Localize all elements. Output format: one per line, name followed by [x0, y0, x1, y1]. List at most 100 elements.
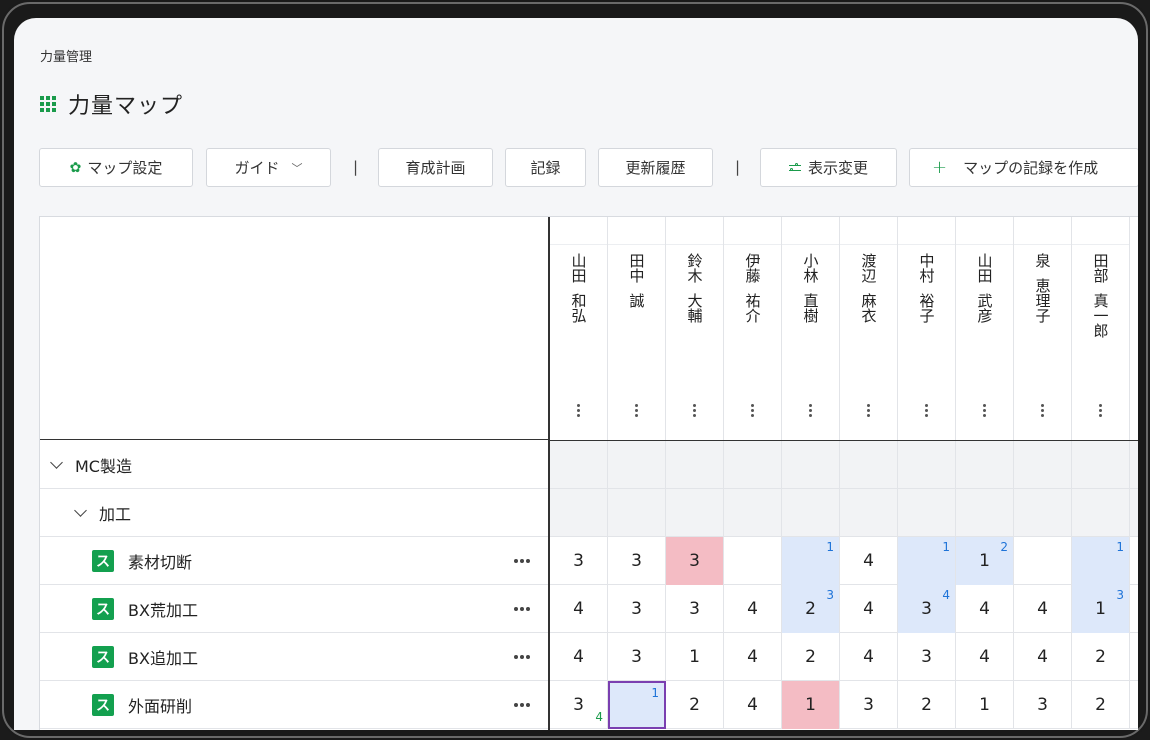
skill-level-cell[interactable]: 2 — [898, 681, 956, 729]
kebab-menu-icon[interactable] — [666, 404, 723, 419]
skill-type-badge: ス — [92, 693, 114, 716]
skill-name[interactable]: BX追加工 — [128, 645, 198, 669]
member-family-name: 田中 — [627, 253, 646, 283]
skill-level-cell[interactable]: 4 — [840, 537, 898, 585]
kebab-menu-icon[interactable] — [1014, 404, 1071, 419]
group-cell — [1072, 489, 1130, 537]
skill-level-value: 4 — [863, 647, 874, 667]
training-plan-button[interactable]: 育成計画 — [378, 148, 493, 187]
skill-level-cell[interactable]: 4 — [840, 585, 898, 633]
skill-level-cell[interactable]: 3 — [608, 585, 666, 633]
skill-row: ス BX荒加工 4 3 3 4 2 3 4 3 4 4 4 1 3 — [40, 585, 1138, 633]
skill-level-cell[interactable]: 3 — [608, 633, 666, 681]
member-family-name: 伊藤 — [743, 253, 762, 283]
skill-level-cell[interactable]: 4 — [724, 633, 782, 681]
skill-name[interactable]: 素材切断 — [128, 549, 192, 573]
skill-level-cell[interactable]: 1 — [956, 681, 1014, 729]
more-options-icon[interactable] — [514, 559, 530, 563]
skill-level-cell[interactable]: 3 — [608, 537, 666, 585]
member-column-header[interactable]: 泉恵理子 — [1014, 217, 1072, 440]
skill-level-cell[interactable] — [724, 537, 782, 585]
skill-level-cell[interactable]: 2 — [782, 633, 840, 681]
skill-level-cell[interactable]: 4 — [1014, 585, 1072, 633]
skill-level-cell[interactable]: 4 — [840, 633, 898, 681]
skill-level-value: 2 — [805, 647, 816, 667]
skill-level-cell[interactable]: 3 — [898, 633, 956, 681]
more-options-icon[interactable] — [514, 607, 530, 611]
kebab-menu-icon[interactable] — [782, 404, 839, 419]
kebab-menu-icon[interactable] — [898, 404, 955, 419]
group-row-section[interactable]: 加工 — [40, 489, 1138, 537]
skill-level-cell[interactable]: 4 — [550, 585, 608, 633]
skill-level-cell[interactable]: 2 — [1072, 681, 1130, 729]
toolbar-separator: | — [353, 158, 359, 176]
member-given-name: 裕子 — [917, 293, 936, 323]
title-row: 力量マップ — [40, 88, 183, 120]
skill-level-cell[interactable]: 4 — [956, 585, 1014, 633]
kebab-menu-icon[interactable] — [840, 404, 897, 419]
map-settings-button[interactable]: ✿ マップ設定 — [39, 148, 193, 187]
display-change-button[interactable]: 表示変更 — [760, 148, 897, 187]
more-options-icon[interactable] — [514, 655, 530, 659]
skill-level-cell[interactable]: 4 — [1014, 633, 1072, 681]
member-column-header[interactable]: 小林 直樹 — [782, 217, 840, 440]
skill-level-cell[interactable]: 2 — [1072, 633, 1130, 681]
skill-level-value: 3 — [921, 599, 932, 619]
member-column-header[interactable]: 中村 裕子 — [898, 217, 956, 440]
group-cell — [956, 489, 1014, 537]
skill-level-cell[interactable]: 1 — [608, 681, 666, 729]
guide-dropdown[interactable]: ガイド ﹀ — [206, 148, 331, 187]
member-column-header[interactable]: 田中誠 — [608, 217, 666, 440]
skill-level-cell[interactable]: 3 — [666, 537, 724, 585]
chevron-down-icon[interactable] — [50, 455, 63, 469]
skill-level-cell[interactable]: 13 — [1072, 585, 1130, 633]
member-column-header[interactable]: 田部 真一郎 — [1072, 217, 1130, 440]
kebab-menu-icon[interactable] — [956, 404, 1013, 419]
skill-level-cell[interactable]: 23 — [782, 585, 840, 633]
create-map-record-button[interactable]: + マップの記録を作成 — [909, 148, 1138, 187]
skill-level-cell[interactable] — [1014, 537, 1072, 585]
skill-level-value: 3 — [863, 695, 874, 715]
group-cell — [956, 441, 1014, 489]
kebab-menu-icon[interactable] — [608, 404, 665, 419]
skill-level-cell[interactable]: 3 — [840, 681, 898, 729]
skill-level-cell[interactable]: 3 — [550, 537, 608, 585]
skill-level-cell[interactable]: 34 — [550, 681, 608, 729]
skill-level-cell[interactable]: 3 — [666, 585, 724, 633]
page-title: 力量マップ — [68, 94, 184, 119]
skill-level-cell[interactable]: 3 — [1014, 681, 1072, 729]
member-column-header[interactable]: 渡辺 麻衣 — [840, 217, 898, 440]
group-row-department[interactable]: MC製造 — [40, 441, 1138, 489]
member-column-header[interactable]: 山田 武彦 — [956, 217, 1014, 440]
chevron-down-icon[interactable] — [74, 503, 87, 517]
record-label: 記録 — [530, 159, 561, 177]
record-button[interactable]: 記録 — [505, 148, 586, 187]
skill-level-cell[interactable]: 34 — [898, 585, 956, 633]
skill-level-cell[interactable]: 4 — [956, 633, 1014, 681]
kebab-menu-icon[interactable] — [724, 404, 781, 419]
kebab-menu-icon[interactable] — [1072, 404, 1129, 419]
skill-level-cell[interactable]: 1 — [666, 633, 724, 681]
skill-level-cell[interactable]: 1 — [782, 537, 840, 585]
skill-name[interactable]: 外面研削 — [128, 693, 192, 717]
member-column-header[interactable]: 伊藤 祐介 — [724, 217, 782, 440]
member-column-header[interactable]: 山田 和弘 — [550, 217, 608, 440]
skill-level-cell[interactable]: 4 — [724, 681, 782, 729]
more-options-icon[interactable] — [514, 703, 530, 707]
kebab-menu-icon[interactable] — [550, 404, 607, 419]
skill-level-value: 3 — [573, 551, 584, 571]
member-column-header[interactable]: 鈴木 大輔 — [666, 217, 724, 440]
breadcrumb[interactable]: 力量管理 — [40, 46, 92, 65]
skill-level-cell[interactable]: 1 — [782, 681, 840, 729]
skill-level-cell[interactable]: 4 — [550, 633, 608, 681]
plus-icon: + — [932, 157, 948, 178]
member-given-name: 直樹 — [801, 293, 820, 323]
skill-level-cell[interactable]: 1 — [898, 537, 956, 585]
toolbar-separator: | — [735, 158, 741, 176]
update-history-button[interactable]: 更新履歴 — [598, 148, 713, 187]
skill-name[interactable]: BX荒加工 — [128, 597, 198, 621]
skill-level-cell[interactable]: 12 — [956, 537, 1014, 585]
skill-level-cell[interactable]: 2 — [666, 681, 724, 729]
skill-level-cell[interactable]: 1 — [1072, 537, 1130, 585]
skill-level-cell[interactable]: 4 — [724, 585, 782, 633]
